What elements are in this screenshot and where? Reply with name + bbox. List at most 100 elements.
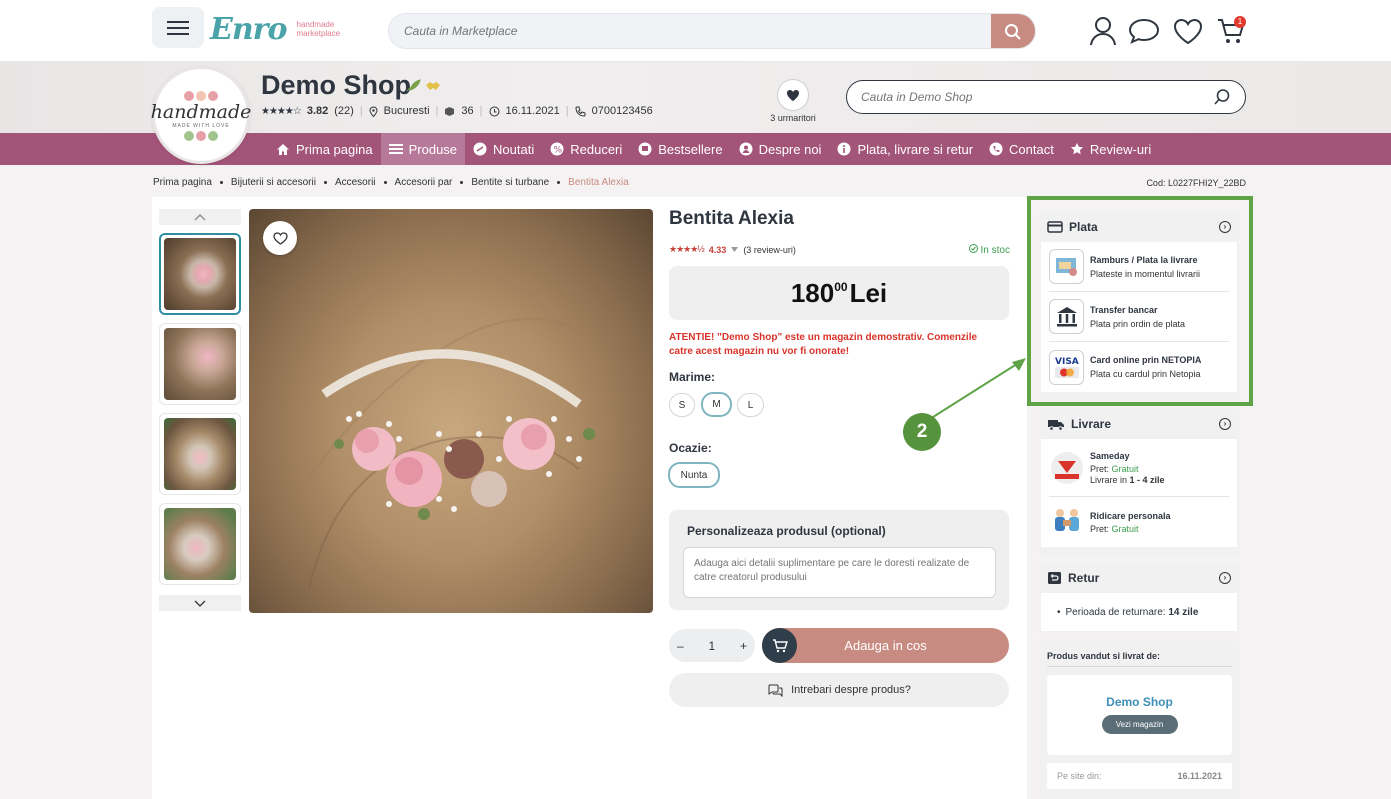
phone-icon [575,106,586,117]
quantity-stepper: – 1 + [669,629,755,662]
messages-button[interactable] [1127,14,1161,48]
shop-phone[interactable]: 0700123456 [592,105,653,117]
rocket-icon [406,79,421,92]
nav-item-products[interactable]: Produse [380,133,466,165]
returns-card-header[interactable]: Retur › [1039,563,1239,593]
payment-option-cod[interactable]: Ramburs / Plata la livrare Plateste in mo… [1049,242,1229,292]
size-option-s[interactable]: S [669,393,695,417]
chevron-down-icon [194,600,206,607]
thumbnail[interactable] [159,323,241,405]
shop-logo[interactable]: handmade MADE WITH LOVE [151,66,251,164]
nav-item-contact[interactable]: Contact [981,133,1062,165]
product-rating-stars: ★★★★½ [669,244,705,254]
shop-location: Bucuresti [383,105,430,117]
personalize-input[interactable] [683,547,996,598]
size-option-l[interactable]: L [737,393,764,417]
nav-item-discounts[interactable]: % Reduceri [542,133,630,165]
breadcrumb-item[interactable]: Bijuterii si accesorii [231,177,316,188]
list-icon [388,144,403,154]
logo-tagline: handmade marketplace [296,20,341,38]
delivery-card-header[interactable]: Livrare › [1039,409,1239,439]
cart-count-badge: 1 [1234,16,1246,28]
nav-item-about[interactable]: Despre noi [731,133,830,165]
caret-down-icon[interactable] [731,247,739,252]
payment-option-card[interactable]: VISA Card online prin NETOPIA Plata cu ca… [1049,342,1229,392]
phone-circle-icon [989,142,1003,156]
svg-text:%: % [554,146,563,156]
nav-item-new[interactable]: Noutati [465,133,542,165]
site-logo[interactable]: Enro handmade marketplace [210,10,340,48]
breadcrumb: Prima pagina Bijuterii si accesorii Acce… [153,177,629,188]
menu-button[interactable] [152,7,204,48]
thumbnail[interactable] [159,233,241,315]
qty-decrease-button[interactable]: – [677,639,684,653]
stock-status: In stoc [930,244,1010,256]
qty-value[interactable]: 1 [708,639,715,653]
nav-item-bestsellers[interactable]: Bestsellere [630,133,730,165]
size-label: Marime: [669,370,716,384]
wishlist-button[interactable] [1171,14,1205,48]
hamburger-icon [167,20,189,35]
size-option-m[interactable]: M [701,392,732,417]
seller-title: Produs vandut si livrat de: [1047,651,1232,667]
search-icon[interactable] [1213,88,1231,106]
cash-on-delivery-icon [1049,249,1084,284]
cart-icon-wrap [762,628,797,663]
breadcrumb-item[interactable]: Prima pagina [153,177,212,188]
payment-option-bank-transfer[interactable]: Transfer bancar Plata prin ordin de plata [1049,292,1229,342]
seller-info: Demo Shop Vezi magazin [1047,675,1232,755]
breadcrumb-item[interactable]: Accesorii [335,177,376,188]
seller-name[interactable]: Demo Shop [1047,695,1232,709]
nav-item-payment-delivery[interactable]: Plata, livrare si retur [829,133,981,165]
nav-item-reviews[interactable]: Review-uri [1062,133,1159,165]
visit-shop-button[interactable]: Vezi magazin [1101,715,1178,734]
breadcrumb-item[interactable]: Bentite si turbane [471,177,549,188]
delivery-option-pickup[interactable]: Ridicare personala Pret: Gratuit [1049,497,1229,547]
personalize-title: Personalizeaza produsul (optional) [687,524,886,538]
global-search-input[interactable] [389,14,989,48]
shop-since: 16.11.2021 [505,105,560,117]
flower-decoration [184,91,218,101]
qty-increase-button[interactable]: + [740,639,747,653]
visa-mastercard-icon: VISA [1049,349,1084,385]
delivery-option-sameday[interactable]: Sameday Pret: Gratuit Livrare in 1 - 4 z… [1049,439,1229,497]
star-badge-icon [1070,143,1083,155]
add-to-wishlist-button[interactable] [263,221,297,255]
info-icon [837,142,851,156]
percent-badge-icon: % [550,142,564,156]
credit-card-icon [1047,221,1063,233]
bank-icon [1049,299,1084,334]
cart-icon [772,639,788,653]
price-decimals: 00 [834,280,848,294]
add-to-cart-button[interactable]: Adauga in cos [762,628,1009,663]
annotation-arrow [921,358,1026,425]
account-button[interactable] [1086,14,1120,48]
chevron-up-icon [194,213,206,220]
return-period-label: Perioada de returnare: [1065,606,1166,618]
step-number-badge: 2 [903,413,941,451]
shop-name[interactable]: Demo Shop [261,70,411,101]
flower-decoration [184,131,218,141]
ask-question-button[interactable]: Intrebari despre produs? [669,673,1009,707]
gallery-down-button[interactable] [159,595,241,611]
thumbnail-image [164,508,236,580]
shop-search-input[interactable] [847,81,1197,113]
main-product-image[interactable] [249,209,653,613]
nav-item-home[interactable]: Prima pagina [268,133,381,165]
occasion-option-nunta[interactable]: Nunta [668,462,720,488]
global-search [388,13,1036,49]
thumbnail[interactable] [159,413,241,495]
sameday-logo-icon [1049,450,1084,485]
global-search-button[interactable] [991,14,1035,48]
follow-shop-button[interactable] [777,79,809,111]
gallery-up-button[interactable] [159,209,241,225]
product-review-count[interactable]: (3 review-uri) [743,245,796,255]
seller-since-row: Pe site din: 16.11.2021 [1047,763,1232,789]
shop-rating-value: 3.82 [306,105,329,117]
location-pin-icon [369,106,378,117]
thumbnail[interactable] [159,503,241,585]
payment-card-header[interactable]: Plata › [1039,212,1239,242]
breadcrumb-item[interactable]: Accesorii par [395,177,453,188]
product-rating-value: 4.33 [708,244,727,255]
truck-icon [1048,419,1064,431]
